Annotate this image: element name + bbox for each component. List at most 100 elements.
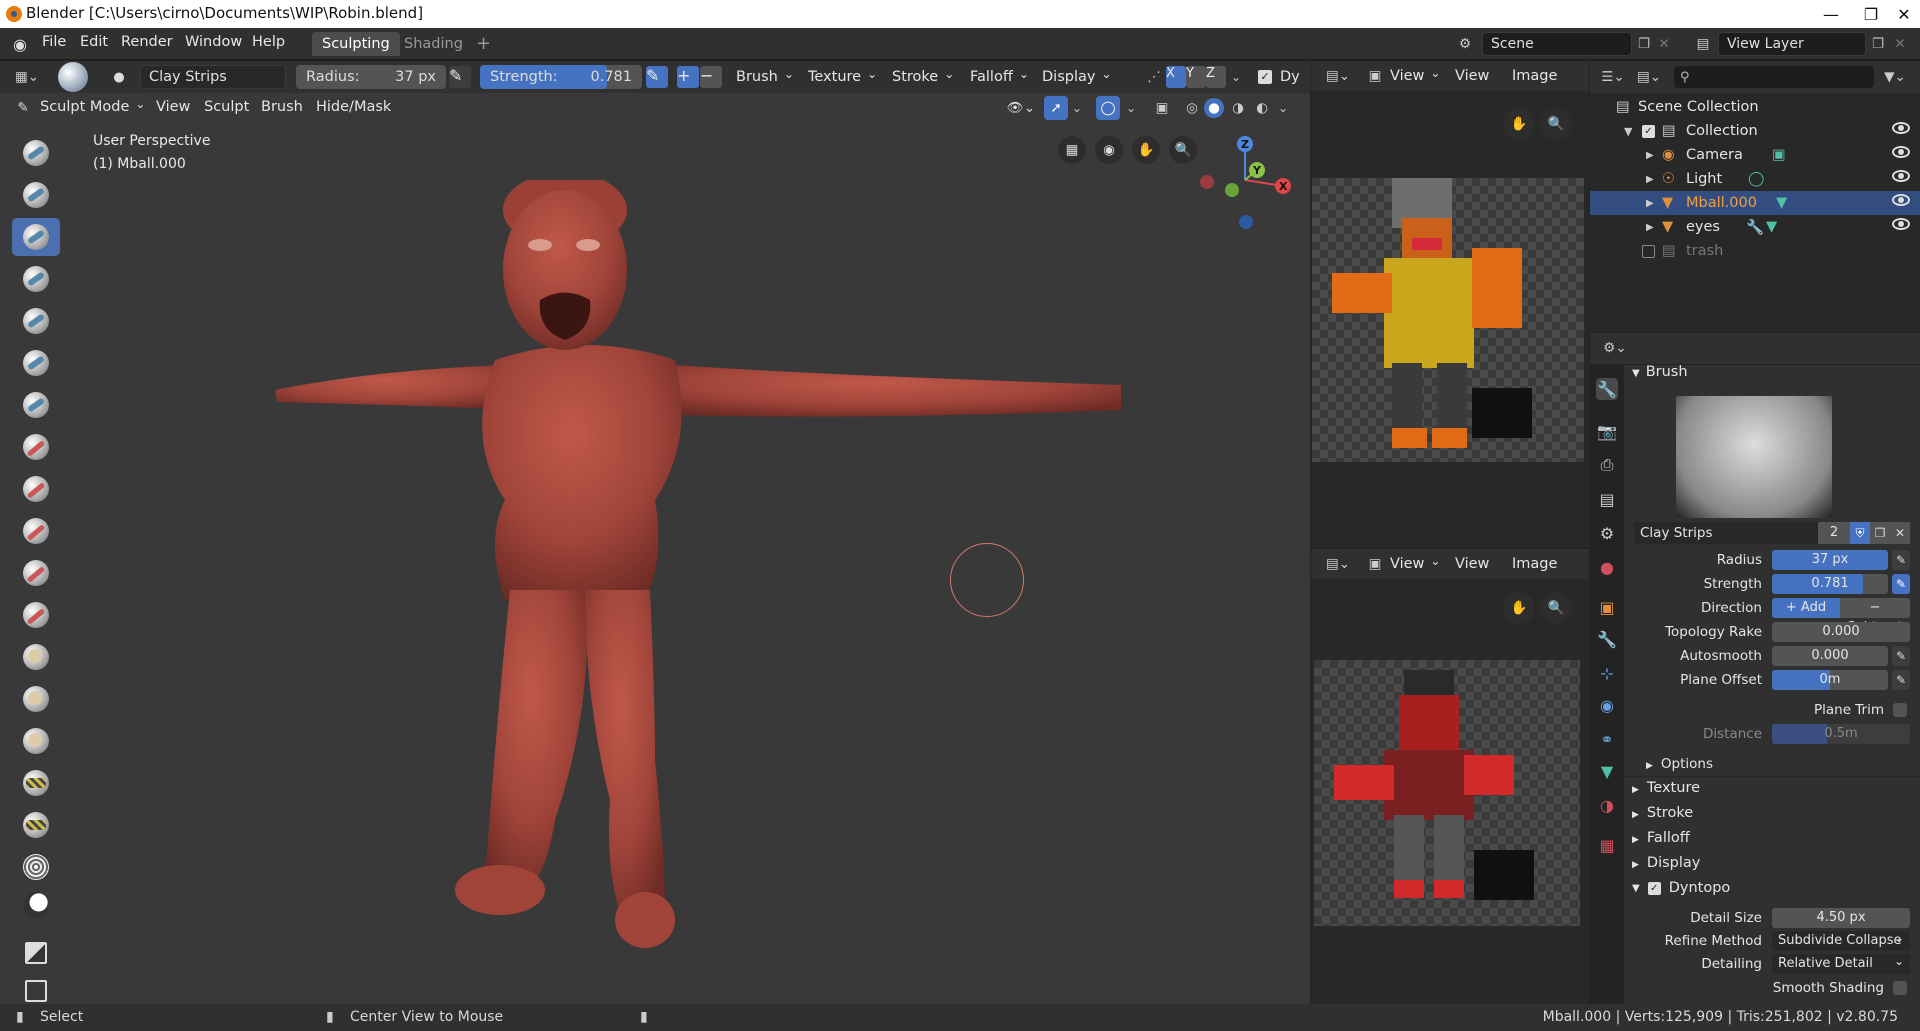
maximize-icon[interactable]: ❐ <box>1854 0 1888 28</box>
tool-settings-tab-icon[interactable]: 🔧 <box>1596 378 1618 400</box>
data-tab-icon[interactable]: ▼ <box>1596 760 1618 782</box>
brush-users-count[interactable]: 2 <box>1818 522 1850 544</box>
zoom-icon[interactable]: 🔍 <box>1169 136 1197 164</box>
plane-offset-pressure-icon[interactable]: ✎ <box>1892 670 1910 690</box>
topology-rake-field[interactable]: 0.000 <box>1772 622 1910 642</box>
menu-texture[interactable]: Texture <box>800 65 885 89</box>
tool-thumb[interactable] <box>12 722 60 760</box>
dyntopo-panel-header[interactable]: ▼ ✓ Dyntopo <box>1632 880 1730 896</box>
new-scene-icon[interactable]: ❐ <box>1634 34 1654 54</box>
image-bottom-pan-icon[interactable]: ✋ <box>1503 592 1535 624</box>
output-tab-icon[interactable]: ⎙ <box>1596 454 1618 476</box>
brush-preview-icon[interactable] <box>58 62 88 92</box>
expand-arrow-icon[interactable]: ▶ <box>1646 150 1654 161</box>
tool-inflate[interactable] <box>12 302 60 340</box>
gizmo-neg-y-axis[interactable] <box>1225 183 1239 197</box>
eye-icon[interactable] <box>1892 122 1910 134</box>
solid-shading-icon[interactable]: ● <box>1204 98 1224 118</box>
symmetry-icon[interactable]: ⋰ <box>1144 67 1164 87</box>
tool-grab[interactable] <box>12 638 60 676</box>
dyntopo-checkbox[interactable]: ✓ <box>1258 70 1272 84</box>
detailing-dropdown[interactable]: Relative Detail <box>1772 951 1910 974</box>
menu-edit[interactable]: Edit <box>80 34 108 50</box>
detail-size-field[interactable]: 4.50 px <box>1772 908 1910 928</box>
distance-field[interactable]: 0.5m <box>1772 724 1910 744</box>
scene-tab-icon[interactable]: ⚙ <box>1596 522 1618 544</box>
expand-arrow-icon[interactable]: ▶ <box>1646 222 1654 233</box>
view-layer-icon[interactable]: ▤ <box>1690 34 1716 54</box>
tool-clay[interactable] <box>12 176 60 214</box>
image-editor-top-view-icon[interactable]: ▣ <box>1366 66 1384 86</box>
brush-panel-header[interactable]: ▼ Brush <box>1632 364 1688 380</box>
tool-draw[interactable] <box>12 134 60 172</box>
expand-arrow-icon[interactable]: ▶ <box>1646 174 1654 185</box>
display-panel-header[interactable]: ▶ Display <box>1632 855 1700 871</box>
outliner-type-icon[interactable]: ☰⌄ <box>1598 67 1628 87</box>
scene-field[interactable]: Scene <box>1482 32 1632 56</box>
mode-dropdown[interactable]: Sculpt Mode <box>40 99 145 115</box>
radius-field[interactable]: Radius: 37 px <box>296 65 446 89</box>
tool-snake-hook[interactable] <box>12 680 60 718</box>
brush-datablock-name[interactable]: Clay Strips <box>1634 522 1818 544</box>
image-editor-bottom-view-menu[interactable]: View <box>1455 556 1489 572</box>
visibility-icon[interactable]: 👁⌄ <box>1003 98 1039 118</box>
image-editor-top-image-menu[interactable]: Image <box>1512 68 1557 84</box>
image-editor-top-view-menu[interactable]: View <box>1455 68 1489 84</box>
fake-user-shield-icon[interactable]: ⛨ <box>1850 522 1870 544</box>
menu-help[interactable]: Help <box>252 34 285 50</box>
strength-pressure-icon[interactable]: ✎ <box>646 66 668 88</box>
menu-view[interactable]: View <box>156 99 190 115</box>
tool-smooth[interactable] <box>12 428 60 466</box>
overlays-dropdown-icon[interactable]: ⌄ <box>1124 98 1138 118</box>
tool-nudge[interactable] <box>12 764 60 802</box>
expand-arrow-icon[interactable]: ▶ <box>1646 198 1654 209</box>
tab-sculpting[interactable]: Sculpting <box>312 32 400 56</box>
strength-prop-field[interactable]: 0.781 <box>1772 574 1888 594</box>
unlink-brush-icon[interactable]: ✕ <box>1890 522 1910 544</box>
trash-checkbox[interactable] <box>1642 244 1655 258</box>
symmetry-z-toggle[interactable]: Z <box>1206 66 1226 88</box>
menu-hide-mask[interactable]: Hide/Mask <box>316 99 391 115</box>
brush-name-field[interactable]: Clay Strips <box>140 65 286 89</box>
direction-add-button[interactable]: + <box>677 66 699 88</box>
scene-icon[interactable]: ⚙ <box>1450 34 1480 54</box>
tool-scrape[interactable] <box>12 554 60 592</box>
camera-view-icon[interactable]: ◉ <box>1095 136 1123 164</box>
brush-preview-image[interactable] <box>1676 396 1832 518</box>
options-subpanel[interactable]: ▶ Options <box>1646 756 1713 772</box>
tool-rotate[interactable] <box>12 806 60 844</box>
material-tab-icon[interactable]: ◑ <box>1596 794 1618 816</box>
tool-mask[interactable] <box>12 886 60 924</box>
tool-clay-strips[interactable] <box>12 218 60 256</box>
outliner-row-scene-collection[interactable]: ▤ Scene Collection <box>1590 95 1920 119</box>
symmetry-y-toggle[interactable]: Y <box>1186 66 1206 88</box>
new-view-layer-icon[interactable]: ❐ <box>1868 34 1888 54</box>
outliner-row-eyes[interactable]: ▶ ▼ eyes 🔧 ▼ <box>1590 215 1920 239</box>
plane-trim-checkbox[interactable] <box>1893 703 1907 717</box>
dyntopo-panel-checkbox[interactable]: ✓ <box>1647 881 1661 895</box>
render-tab-icon[interactable]: 📷 <box>1596 420 1618 442</box>
autosmooth-field[interactable]: 0.000 <box>1772 646 1888 666</box>
autosmooth-pressure-icon[interactable]: ✎ <box>1892 646 1910 666</box>
image-top-pan-icon[interactable]: ✋ <box>1503 108 1535 140</box>
minimize-icon[interactable]: — <box>1808 0 1854 28</box>
material-shading-icon[interactable]: ◑ <box>1228 98 1248 118</box>
brush-browse-icon[interactable]: ● <box>110 69 128 85</box>
tool-pinch[interactable] <box>12 596 60 634</box>
navigation-gizmo[interactable]: Z X Y <box>1195 130 1295 240</box>
image-top-zoom-icon[interactable]: 🔍 <box>1540 108 1572 140</box>
image-editor-bottom-type-icon[interactable]: ▤⌄ <box>1322 554 1354 574</box>
direction-subtract-toggle[interactable]: − Subtract <box>1840 598 1910 635</box>
symmetry-x-toggle[interactable]: X <box>1166 66 1186 88</box>
outliner-row-collection[interactable]: ▼ ✓ ▤ Collection <box>1590 119 1920 143</box>
close-icon[interactable]: ✕ <box>1888 0 1920 28</box>
menu-brush[interactable]: Brush <box>728 65 802 89</box>
texture-tab-icon[interactable]: ▦ <box>1596 834 1618 856</box>
rendered-shading-icon[interactable]: ◐ <box>1252 98 1272 118</box>
tool-blob[interactable] <box>12 344 60 382</box>
outliner-search-input[interactable] <box>1695 69 1866 85</box>
display-mode-icon[interactable]: ▤⌄ <box>1634 67 1664 87</box>
view-layer-field[interactable]: View Layer <box>1718 32 1866 56</box>
wireframe-shading-icon[interactable]: ◎ <box>1182 98 1202 118</box>
plane-offset-field[interactable]: 0m <box>1772 670 1888 690</box>
